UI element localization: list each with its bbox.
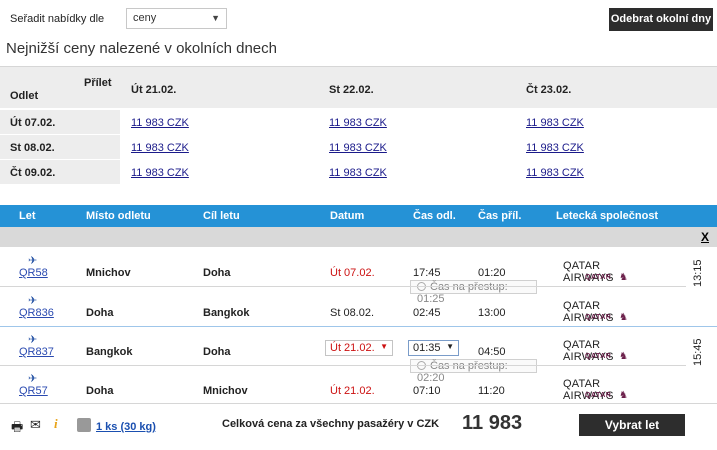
oryx-icon: ♞ xyxy=(619,351,628,362)
matrix-row-label: Út 07.02. xyxy=(0,110,120,134)
flight-departure: 02:45 xyxy=(413,307,441,319)
departure-time-select[interactable]: 01:35 ▼ xyxy=(408,340,459,356)
flight-date: St 08.02. xyxy=(330,307,375,319)
plane-icon: ✈ xyxy=(28,373,38,385)
sort-select[interactable]: ceny ▼ xyxy=(126,8,227,29)
total-price-label: Celková cena za všechny pasažéry v CZK xyxy=(222,418,440,430)
matrix-price-link[interactable]: 11 983 CZK xyxy=(526,167,584,179)
trip-divider xyxy=(0,326,717,327)
col-departure-time: Čas odl. xyxy=(413,210,456,222)
matrix-price-link[interactable]: 11 983 CZK xyxy=(131,167,189,179)
flight-to: Doha xyxy=(203,346,231,358)
airline-logo: QATAR xyxy=(585,353,612,360)
printer-icon[interactable]: 🖶 xyxy=(11,418,23,440)
oryx-icon: ♞ xyxy=(619,272,628,283)
col-to: Cíl letu xyxy=(203,210,240,222)
mail-icon[interactable]: ✉ xyxy=(30,417,41,433)
sort-select-value: ceny xyxy=(133,12,157,24)
chevron-down-icon: ▼ xyxy=(446,342,454,351)
flight-departure: 07:10 xyxy=(413,385,441,397)
departure-label: Odlet xyxy=(10,90,39,102)
oryx-icon: ♞ xyxy=(619,390,628,401)
info-icon[interactable]: i xyxy=(54,416,58,432)
flight-date: Út 07.02. xyxy=(330,267,375,279)
row-divider xyxy=(0,365,686,366)
nearby-days-title: Nejnižší ceny nalezené v okolních dnech xyxy=(6,40,277,57)
flight-departure: 17:45 xyxy=(413,267,441,279)
col-airline: Letecká společnost xyxy=(556,210,659,222)
luggage-icon xyxy=(77,418,91,432)
flight-number-link[interactable]: QR58 xyxy=(19,267,48,279)
matrix-price-link[interactable]: 11 983 CZK xyxy=(131,117,189,129)
flight-from: Mnichov xyxy=(86,267,131,279)
return-date-select[interactable]: Út 21.02. ▼ xyxy=(325,340,393,356)
row-divider xyxy=(0,286,686,287)
matrix-row: Út 07.02. 11 983 CZK 11 983 CZK 11 983 C… xyxy=(0,109,717,134)
trip-duration-text: 13:15 xyxy=(692,259,704,287)
price-matrix: Přílet Odlet Út 21.02. St 22.02. Čt 23.0… xyxy=(0,66,717,184)
plane-icon: ✈ xyxy=(28,255,38,267)
sort-label: Seřadit nabídky dle xyxy=(10,13,105,25)
matrix-price-link[interactable]: 11 983 CZK xyxy=(526,117,584,129)
airline-info: QATAR AIRWAYS QATAR ♞ xyxy=(563,260,653,284)
flight-number-link[interactable]: QR57 xyxy=(19,385,48,397)
matrix-price-link[interactable]: 11 983 CZK xyxy=(526,142,584,154)
flight-number-link[interactable]: QR837 xyxy=(19,346,54,358)
airline-info: QATAR AIRWAYS QATAR ♞ xyxy=(563,339,653,363)
matrix-header: Přílet Odlet Út 21.02. St 22.02. Čt 23.0… xyxy=(0,66,717,108)
col-from: Místo odletu xyxy=(86,210,151,222)
chevron-down-icon: ▼ xyxy=(380,342,388,351)
airline-logo: QATAR xyxy=(585,392,612,399)
matrix-row-label: St 08.02. xyxy=(0,135,120,159)
matrix-price-link[interactable]: 11 983 CZK xyxy=(329,142,387,154)
airline-logo: QATAR xyxy=(585,274,612,281)
oryx-icon: ♞ xyxy=(619,312,628,323)
airline-info: QATAR AIRWAYS QATAR ♞ xyxy=(563,378,653,402)
airline-logo: QATAR xyxy=(585,314,612,321)
baggage-link[interactable]: 1 ks (30 kg) xyxy=(96,421,156,433)
flight-arrival: 04:50 xyxy=(478,346,506,358)
booking-footer: 🖶 ✉ i 1 ks (30 kg) Celková cena za všech… xyxy=(0,403,717,450)
remove-nearby-days-button[interactable]: Odebrat okolní dny xyxy=(609,8,713,31)
matrix-column-header: Čt 23.02. xyxy=(526,84,572,96)
matrix-row-label: Čt 09.02. xyxy=(0,160,120,184)
col-date: Datum xyxy=(330,210,365,222)
plane-icon: ✈ xyxy=(28,295,38,307)
airline-info: QATAR AIRWAYS QATAR ♞ xyxy=(563,300,653,324)
trip-duration-text: 15:45 xyxy=(692,338,704,366)
top-bar: Seřadit nabídky dle ceny ▼ Odebrat okoln… xyxy=(0,0,717,38)
chevron-down-icon: ▼ xyxy=(211,13,220,23)
flight-arrival: 13:00 xyxy=(478,307,506,319)
flights-table-header: Let Místo odletu Cíl letu Datum Čas odl.… xyxy=(0,205,717,227)
close-icon[interactable]: X xyxy=(701,230,709,244)
matrix-column-header: Út 21.02. xyxy=(131,84,177,96)
select-flight-button[interactable]: Vybrat let xyxy=(579,414,685,436)
flight-to: Mnichov xyxy=(203,385,248,397)
flight-to: Bangkok xyxy=(203,307,250,319)
flight-arrival: 01:20 xyxy=(478,267,506,279)
matrix-price-link[interactable]: 11 983 CZK xyxy=(329,117,387,129)
flight-to: Doha xyxy=(203,267,231,279)
departure-time-value: 01:35 xyxy=(413,342,441,354)
flight-date: Út 21.02. xyxy=(330,385,375,397)
flights-subbar: X xyxy=(0,227,717,247)
flight-arrival: 11:20 xyxy=(478,385,505,397)
col-arrival-time: Čas příl. xyxy=(478,210,522,222)
return-date-value: Út 21.02. xyxy=(330,342,375,354)
matrix-price-link[interactable]: 11 983 CZK xyxy=(329,167,387,179)
matrix-row: St 08.02. 11 983 CZK 11 983 CZK 11 983 C… xyxy=(0,134,717,159)
matrix-price-link[interactable]: 11 983 CZK xyxy=(131,142,189,154)
flight-from: Doha xyxy=(86,307,114,319)
matrix-row: Čt 09.02. 11 983 CZK 11 983 CZK 11 983 C… xyxy=(0,159,717,184)
plane-icon: ✈ xyxy=(28,334,38,346)
total-price-value: 11 983 xyxy=(462,412,523,434)
arrival-label: Přílet xyxy=(84,77,112,89)
flight-number-link[interactable]: QR836 xyxy=(19,307,54,319)
col-flight: Let xyxy=(19,210,36,222)
matrix-column-header: St 22.02. xyxy=(329,84,374,96)
flight-from: Bangkok xyxy=(86,346,133,358)
flight-from: Doha xyxy=(86,385,114,397)
